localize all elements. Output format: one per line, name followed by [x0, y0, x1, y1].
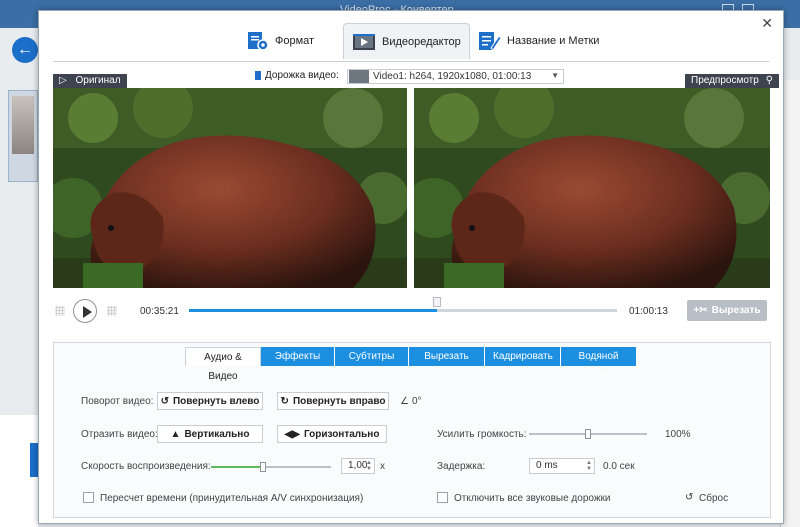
original-label-text: Оригинал [75, 75, 121, 86]
spinner-icon[interactable]: ▲ ▼ [366, 460, 372, 472]
spinner-icon[interactable]: ▲ ▼ [586, 460, 592, 472]
volume-value: 100% [665, 429, 691, 440]
rotate-left-icon: ↺ [160, 395, 169, 407]
background-bottom-panel [0, 415, 40, 527]
rotate-label: Поворот видео: [81, 396, 154, 407]
mute-label: Отключить все звуковые дорожки [454, 493, 611, 504]
flip-horizontal-button[interactable]: ◀▶ Горизонтально [277, 425, 387, 443]
tab-video-editor-label: Видеоредактор [382, 35, 461, 48]
rotate-right-label: Повернуть вправо [292, 395, 386, 407]
volume-slider-thumb[interactable] [585, 429, 591, 439]
speed-input-value: 1,00 [348, 460, 368, 471]
flip-vertical-button[interactable]: ▲ Вертикально [157, 425, 263, 443]
seek-bar[interactable] [189, 297, 617, 312]
tab-effects[interactable]: Эффекты [261, 347, 335, 366]
angle-icon: ∠ [400, 396, 409, 407]
track-label-text: Дорожка видео: [265, 70, 339, 81]
tab-crop[interactable]: Кадрировать [485, 347, 561, 366]
current-time: 00:35:21 [140, 306, 179, 317]
delay-input-value: 0 ms [536, 460, 558, 471]
speed-input[interactable]: 1,00 ▲ ▼ [341, 458, 375, 474]
speed-unit: x [380, 461, 385, 472]
seek-progress [189, 309, 438, 312]
resync-label: Пересчет времени (принудительная A/V син… [100, 493, 364, 504]
flip-horizontal-label: Горизонтально [303, 428, 380, 440]
preview-label-text: Предпросмотр [691, 75, 759, 86]
grip-left-icon[interactable] [55, 306, 65, 316]
resync-checkbox[interactable] [83, 492, 94, 503]
tab-format[interactable]: Формат [237, 23, 322, 59]
video-track-icon [349, 70, 369, 83]
speed-slider-fill [211, 466, 263, 468]
play-button[interactable] [73, 299, 97, 323]
back-arrow-icon[interactable]: ← [12, 37, 38, 63]
chevron-down-icon: ▼ [551, 71, 559, 80]
speed-slider[interactable] [211, 462, 331, 472]
tabs-divider [53, 61, 769, 62]
track-select-value: Video1: h264, 1920x1080, 01:00:13 [373, 71, 532, 82]
preview-video [414, 88, 770, 288]
cut-button-label: Вырезать [711, 305, 761, 316]
format-icon [245, 30, 269, 52]
tab-audio-video[interactable]: Аудио & Видео [185, 347, 261, 382]
seek-thumb[interactable] [433, 297, 442, 307]
tab-video-editor[interactable]: Видеоредактор [343, 23, 470, 59]
speed-slider-thumb[interactable] [259, 462, 266, 472]
track-label: Дорожка видео: [255, 70, 339, 81]
flip-vertical-icon: ▲ [170, 428, 181, 440]
tab-title-tags-label: Название и Метки [507, 35, 600, 47]
rotation-value: 0° [412, 396, 422, 407]
bear-frame-original [53, 88, 407, 288]
tab-subtitles[interactable]: Субтитры [335, 347, 409, 366]
zoom-icon[interactable]: ⚲ [766, 75, 773, 86]
volume-label: Усилить громкость: [437, 429, 527, 440]
delay-input[interactable]: 0 ms ▲ ▼ [529, 458, 595, 474]
bear-frame-preview [414, 88, 770, 288]
original-video [53, 88, 407, 288]
scissors-icon: +✂ [693, 305, 708, 316]
preview-label: Предпросмотр ⚲ [685, 74, 779, 88]
volume-slider[interactable] [529, 429, 647, 439]
flip-horizontal-icon: ◀▶ [284, 428, 300, 440]
mute-checkbox[interactable] [437, 492, 448, 503]
flip-vertical-label: Вертикально [184, 428, 250, 440]
tab-format-label: Формат [275, 35, 315, 47]
edit-tags-icon [477, 30, 502, 52]
background-thumbnail [12, 96, 34, 154]
speed-label: Скорость воспроизведения: [81, 461, 211, 472]
rotate-left-label: Повернуть влево [172, 395, 260, 407]
dialog-tabs: Формат Видеоредактор Название и Метки [39, 19, 785, 63]
video-editor-icon [352, 31, 376, 53]
track-select[interactable]: Video1: h264, 1920x1080, 01:00:13 ▼ [347, 69, 564, 84]
video-editor-dialog: ✕ Формат Видеоредактор Название и Метки … [38, 10, 784, 524]
tab-watermark[interactable]: Водяной знак [561, 347, 637, 381]
play-small-icon: ▷ [59, 75, 67, 86]
tab-title-tags[interactable]: Название и Метки [469, 23, 607, 59]
track-icon [255, 71, 261, 80]
original-label: ▷ Оригинал [53, 74, 127, 88]
rotate-right-button[interactable]: ↻ Повернуть вправо [277, 392, 389, 410]
rotate-right-icon: ↻ [280, 395, 289, 407]
rotate-left-button[interactable]: ↺ Повернуть влево [157, 392, 263, 410]
delay-seconds: 0.0 сек [603, 461, 635, 472]
reset-icon[interactable]: ↺ [685, 492, 693, 503]
tab-cut[interactable]: Вырезать [409, 347, 485, 366]
total-time: 01:00:13 [629, 306, 668, 317]
cut-button[interactable]: +✂ Вырезать [687, 300, 767, 321]
delay-label: Задержка: [437, 461, 486, 472]
reset-label[interactable]: Сброс [699, 493, 728, 504]
grip-right-icon[interactable] [107, 306, 117, 316]
settings-tabs: Аудио & Видео Эффекты Субтитры Вырезать … [185, 347, 637, 382]
flip-label: Отразить видео: [81, 429, 158, 440]
